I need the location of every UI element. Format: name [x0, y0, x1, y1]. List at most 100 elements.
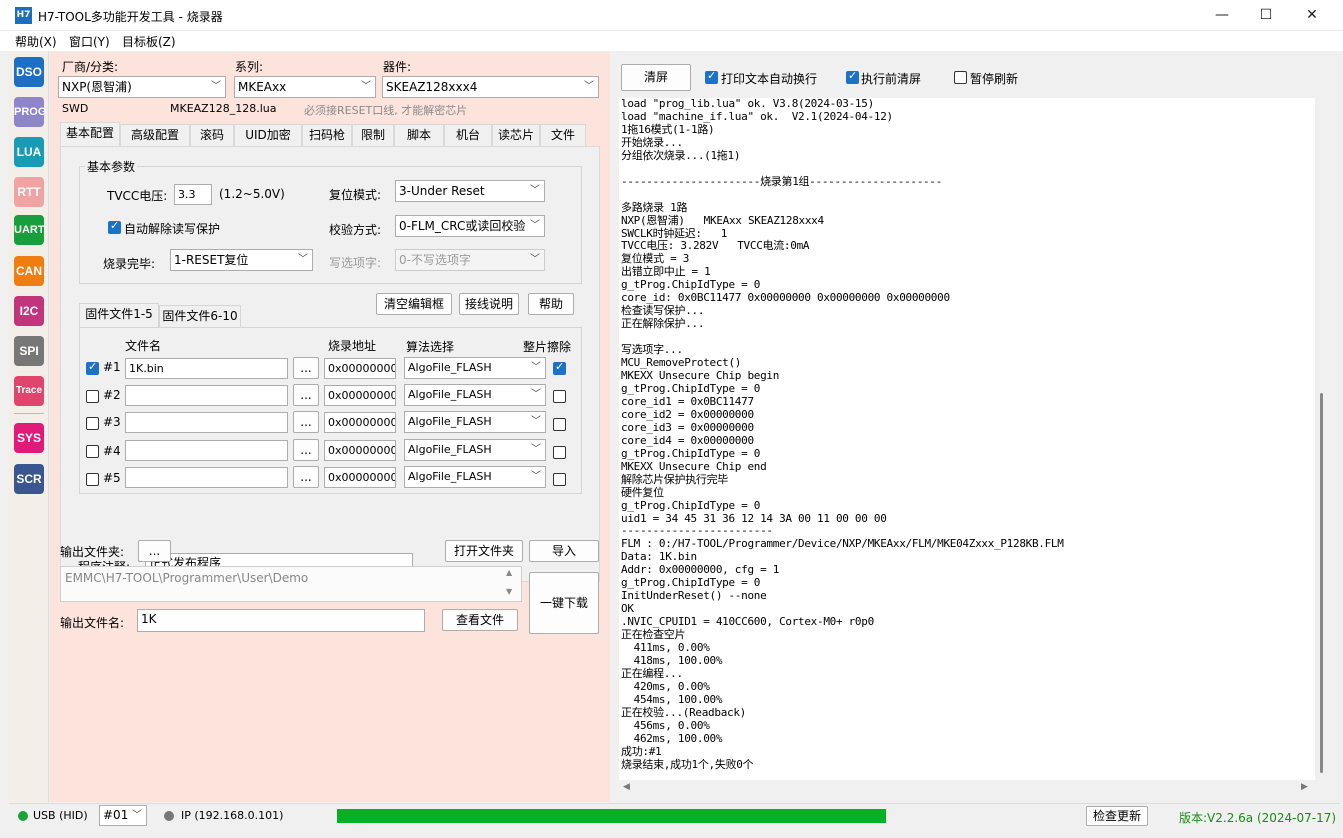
sidebar-sys-button[interactable]: SYS: [14, 423, 44, 453]
file-4-algo-select[interactable]: AlgoFile_FLASH ﹀: [404, 439, 546, 461]
auto-unprotect-checkbox[interactable]: [108, 219, 121, 234]
file-1-name-input[interactable]: 1K.bin: [125, 358, 288, 379]
vendor-select[interactable]: NXP(恩智浦) ﹀: [58, 76, 226, 98]
file-2-erase-checkbox[interactable]: [553, 390, 566, 403]
clear-screen-button[interactable]: 清屏: [621, 64, 691, 91]
log-horizontal-scrollbar[interactable]: ◀ ▶: [619, 780, 1315, 798]
file-5-erase-checkbox[interactable]: [553, 473, 566, 486]
file-3-enable-checkbox[interactable]: [86, 417, 99, 430]
file-2-algo-select[interactable]: AlgoFile_FLASH ﹀: [404, 384, 546, 406]
output-folder-browse-button[interactable]: ...: [138, 540, 171, 562]
import-button[interactable]: 导入: [529, 540, 599, 562]
series-select[interactable]: MKEAxx ﹀: [234, 76, 376, 98]
tab-rolling-code[interactable]: 滚码: [190, 124, 234, 146]
file-5-browse-button[interactable]: ...: [293, 466, 319, 488]
file-1-enable-checkbox[interactable]: [86, 360, 99, 375]
output-filename-input[interactable]: 1K: [137, 609, 425, 632]
reset-hint: 必须接RESET口线, 才能解密芯片: [304, 104, 468, 117]
file-3-address-input[interactable]: 0x00000000: [324, 412, 396, 433]
file-1-erase-checkbox[interactable]: [553, 360, 566, 375]
tab-scanner[interactable]: 扫码枪: [302, 124, 352, 146]
file-5-algo-select[interactable]: AlgoFile_FLASH ﹀: [404, 466, 546, 488]
progress-fill: [337, 809, 886, 823]
open-folder-button[interactable]: 打开文件夹: [445, 540, 523, 562]
file-1-algo-select[interactable]: AlgoFile_FLASH ﹀: [404, 357, 546, 379]
help-button[interactable]: 帮助: [528, 293, 574, 315]
tab-file[interactable]: 文件: [540, 124, 586, 146]
pause-refresh-checkbox[interactable]: [954, 71, 967, 84]
menu-window[interactable]: 窗口(Y): [69, 33, 110, 50]
view-file-button[interactable]: 查看文件: [442, 609, 518, 631]
file-4-erase-checkbox[interactable]: [553, 446, 566, 459]
file-4-browse-button[interactable]: ...: [293, 439, 319, 461]
scroll-left-icon[interactable]: ◀: [623, 782, 630, 792]
chip-select[interactable]: SKEAZ128xxx4 ﹀: [382, 76, 599, 98]
file-2-browse-button[interactable]: ...: [293, 384, 319, 406]
tab-read-chip[interactable]: 读芯片: [492, 124, 540, 146]
sidebar-i2c-button[interactable]: I2C: [14, 296, 44, 326]
file-4-name-input[interactable]: [125, 440, 288, 461]
tab-uid-encrypt[interactable]: UID加密: [234, 124, 302, 146]
finish-action-select[interactable]: 1-RESET复位 ﹀: [170, 249, 313, 271]
one-key-download-button[interactable]: 一键下载: [529, 572, 599, 634]
scroll-down-icon[interactable]: ▼: [506, 587, 512, 596]
tab-basic[interactable]: 基本配置: [60, 122, 120, 146]
tab-machine[interactable]: 机台: [444, 124, 492, 146]
auto-wrap-checkbox[interactable]: [705, 69, 718, 84]
file-5-enable-checkbox[interactable]: [86, 473, 99, 486]
menu-target-board[interactable]: 目标板(Z): [122, 33, 176, 50]
tvcc-input[interactable]: 3.3: [174, 184, 212, 205]
file-3-browse-button[interactable]: ...: [293, 411, 319, 433]
port-select[interactable]: #01 ﹀: [99, 805, 147, 826]
log-line: 烧录结束,成功1个,失败0个: [621, 757, 754, 771]
log-output[interactable]: load "prog_lib.lua" ok. V3.8(2024-03-15)…: [619, 98, 1315, 780]
interface-label: SWD: [62, 102, 89, 115]
tab-script[interactable]: 脚本: [394, 124, 444, 146]
scroll-right-icon[interactable]: ▶: [1301, 782, 1308, 792]
menu-help[interactable]: 帮助(X): [15, 33, 57, 50]
file-4-label: #4: [103, 444, 121, 458]
sidebar-dso-button[interactable]: DSO: [14, 57, 44, 87]
minimize-button[interactable]: —: [1199, 0, 1245, 31]
maximize-button[interactable]: ☐: [1243, 0, 1289, 31]
file-5-address-input[interactable]: 0x00000000: [324, 467, 396, 488]
file-4-enable-checkbox[interactable]: [86, 445, 99, 458]
sidebar-uart-button[interactable]: UART: [14, 215, 45, 245]
close-button[interactable]: ✕: [1289, 0, 1335, 31]
tab-firmware-6-10[interactable]: 固件文件6-10: [159, 305, 241, 327]
file-1-address-input[interactable]: 0x00000000: [324, 358, 396, 379]
sidebar-can-button[interactable]: CAN: [14, 256, 44, 286]
file-3-algo-select[interactable]: AlgoFile_FLASH ﹀: [404, 411, 546, 433]
verify-mode-label: 校验方式:: [329, 223, 382, 237]
log-line: 462ms, 100.00%: [621, 731, 723, 745]
tab-firmware-1-5[interactable]: 固件文件1-5: [79, 303, 159, 327]
log-vertical-scrollbar[interactable]: [1315, 98, 1329, 780]
sidebar-spi-button[interactable]: SPI: [14, 336, 44, 366]
file-2-name-input[interactable]: [125, 385, 288, 406]
file-3-erase-checkbox[interactable]: [553, 418, 566, 431]
wiring-guide-button[interactable]: 接线说明: [459, 293, 519, 315]
clear-edit-button[interactable]: 清空编辑框: [376, 293, 452, 315]
scroll-up-icon[interactable]: ▲: [506, 568, 512, 577]
file-3-name-input[interactable]: [125, 412, 288, 433]
sidebar-rtt-button[interactable]: RTT: [14, 177, 44, 207]
sidebar-lua-button[interactable]: LUA: [14, 137, 44, 167]
file-2-enable-checkbox[interactable]: [86, 390, 99, 403]
file-1-browse-button[interactable]: ...: [293, 357, 319, 379]
sidebar-prog-button[interactable]: PROG: [14, 97, 46, 127]
clear-before-run-checkbox[interactable]: [846, 69, 859, 84]
file-4-address-input[interactable]: 0x00000000: [324, 440, 396, 461]
check-update-button[interactable]: 检查更新: [1086, 806, 1148, 826]
tab-advanced[interactable]: 高级配置: [120, 124, 190, 146]
tab-limit[interactable]: 限制: [352, 124, 394, 146]
file-5-name-input[interactable]: [125, 467, 288, 488]
verify-mode-select[interactable]: 0-FLM_CRC或读回校验 ﹀: [395, 215, 545, 237]
log-line: TVCC电压: 3.282V TVCC电流:0mA: [621, 239, 810, 253]
sidebar-trace-button[interactable]: Trace: [14, 376, 44, 406]
reset-mode-select[interactable]: 3-Under Reset ﹀: [395, 180, 545, 202]
file-2-address-input[interactable]: 0x00000000: [324, 385, 396, 406]
sidebar-scr-button[interactable]: SCR: [14, 464, 44, 494]
scroll-thumb[interactable]: [1320, 393, 1323, 773]
output-path-display[interactable]: EMMC\H7-TOOL\Programmer\User\Demo: [60, 566, 522, 602]
